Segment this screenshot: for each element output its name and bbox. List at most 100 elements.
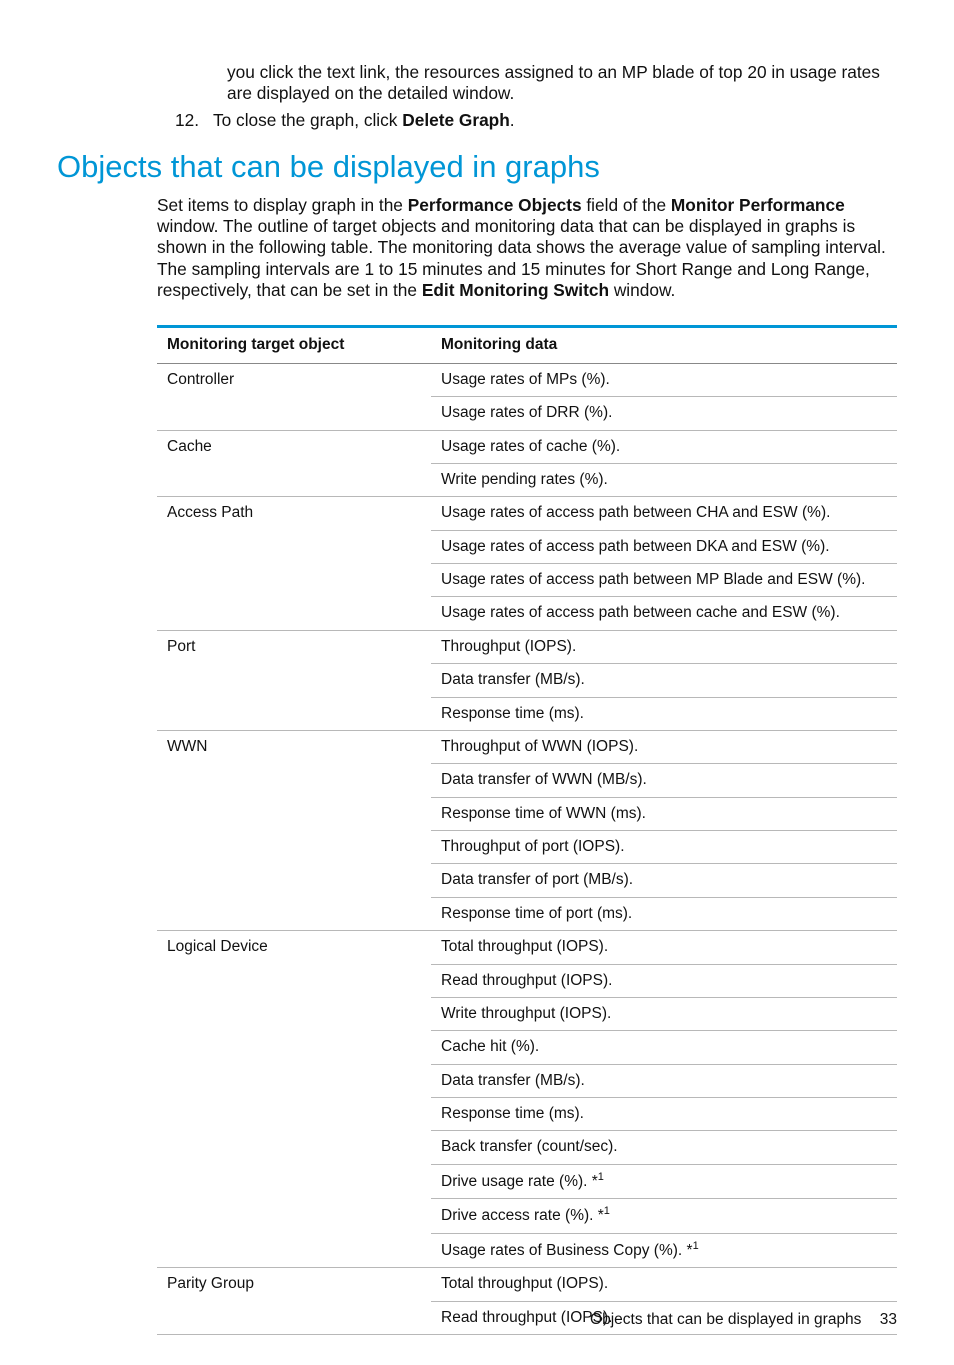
table-row: Usage rates of access path between MP Bl… bbox=[157, 564, 897, 597]
table-row: WWNThroughput of WWN (IOPS). bbox=[157, 730, 897, 763]
cell-object bbox=[157, 897, 431, 930]
cell-object bbox=[157, 831, 431, 864]
cell-data: Usage rates of DRR (%). bbox=[431, 397, 897, 430]
table-row: Usage rates of access path between cache… bbox=[157, 597, 897, 630]
cell-data: Usage rates of access path between MP Bl… bbox=[431, 564, 897, 597]
cell-data: Data transfer of WWN (MB/s). bbox=[431, 764, 897, 797]
cell-object bbox=[157, 1031, 431, 1064]
cell-object bbox=[157, 397, 431, 430]
cell-data: Response time (ms). bbox=[431, 1098, 897, 1131]
cell-data-text: Drive access rate (%). * bbox=[441, 1207, 604, 1224]
table-row: Access PathUsage rates of access path be… bbox=[157, 497, 897, 530]
cell-data: Data transfer of port (MB/s). bbox=[431, 864, 897, 897]
section-heading: Objects that can be displayed in graphs bbox=[57, 149, 897, 185]
table-row: Data transfer of WWN (MB/s). bbox=[157, 764, 897, 797]
step-12-pre: To close the graph, click bbox=[213, 110, 402, 130]
cell-data: Write throughput (IOPS). bbox=[431, 997, 897, 1030]
table-row: Back transfer (count/sec). bbox=[157, 1131, 897, 1164]
table-row: Data transfer of port (MB/s). bbox=[157, 864, 897, 897]
table-row: Logical DeviceTotal throughput (IOPS). bbox=[157, 931, 897, 964]
cell-data-sup: 1 bbox=[598, 1171, 604, 1183]
table-row: Response time (ms). bbox=[157, 1098, 897, 1131]
th-data: Monitoring data bbox=[431, 326, 897, 363]
table-row: Data transfer (MB/s). bbox=[157, 1064, 897, 1097]
step-12-text: To close the graph, click Delete Graph. bbox=[213, 110, 515, 131]
cell-object bbox=[157, 764, 431, 797]
cell-data-sup: 1 bbox=[604, 1205, 610, 1217]
table-row: Response time of port (ms). bbox=[157, 897, 897, 930]
table-row: Read throughput (IOPS). bbox=[157, 964, 897, 997]
cell-data: Total throughput (IOPS). bbox=[431, 1268, 897, 1301]
cell-data: Drive usage rate (%). *1 bbox=[431, 1164, 897, 1199]
cell-data: Response time of port (ms). bbox=[431, 897, 897, 930]
cell-object: Logical Device bbox=[157, 931, 431, 964]
cell-data: Usage rates of access path between CHA a… bbox=[431, 497, 897, 530]
cell-data: Usage rates of cache (%). bbox=[431, 430, 897, 463]
intro-1e: window. bbox=[157, 216, 218, 236]
cell-data: Data transfer (MB/s). bbox=[431, 664, 897, 697]
table-row: Throughput of port (IOPS). bbox=[157, 831, 897, 864]
page-footer: Objects that can be displayed in graphs … bbox=[590, 1311, 897, 1329]
cell-data: Write pending rates (%). bbox=[431, 463, 897, 496]
cell-object bbox=[157, 1131, 431, 1164]
table-row: Cache hit (%). bbox=[157, 1031, 897, 1064]
cell-data: Throughput of port (IOPS). bbox=[431, 831, 897, 864]
cell-object: WWN bbox=[157, 730, 431, 763]
intro-1a: Set items to display graph in the bbox=[157, 195, 408, 215]
cell-data: Response time of WWN (ms). bbox=[431, 797, 897, 830]
cell-data: Response time (ms). bbox=[431, 697, 897, 730]
step-12-bold: Delete Graph bbox=[402, 110, 510, 130]
intro-2c: window. bbox=[609, 280, 675, 300]
cell-object: Controller bbox=[157, 363, 431, 396]
cell-data: Data transfer (MB/s). bbox=[431, 1064, 897, 1097]
cell-object bbox=[157, 1301, 431, 1334]
intro-1c: field of the bbox=[582, 195, 671, 215]
cell-object bbox=[157, 597, 431, 630]
table-row: Usage rates of access path between DKA a… bbox=[157, 530, 897, 563]
cell-data: Usage rates of access path between DKA a… bbox=[431, 530, 897, 563]
table-row: ControllerUsage rates of MPs (%). bbox=[157, 363, 897, 396]
intro-2b: Edit Monitoring Switch bbox=[422, 280, 609, 300]
page-container: you click the text link, the resources a… bbox=[0, 0, 954, 1365]
table-row: CacheUsage rates of cache (%). bbox=[157, 430, 897, 463]
cell-object: Cache bbox=[157, 430, 431, 463]
cell-data: Total throughput (IOPS). bbox=[431, 931, 897, 964]
cell-object bbox=[157, 1233, 431, 1268]
cell-data-text: Usage rates of Business Copy (%). * bbox=[441, 1242, 693, 1259]
table-row: Response time of WWN (ms). bbox=[157, 797, 897, 830]
cell-object: Parity Group bbox=[157, 1268, 431, 1301]
cell-data: Throughput of WWN (IOPS). bbox=[431, 730, 897, 763]
table-row: Data transfer (MB/s). bbox=[157, 664, 897, 697]
monitoring-table: Monitoring target object Monitoring data… bbox=[157, 325, 897, 1335]
cont-line-2: are displayed on the detailed window. bbox=[227, 83, 514, 103]
footer-label: Objects that can be displayed in graphs bbox=[590, 1311, 861, 1328]
cell-data-sup: 1 bbox=[693, 1240, 699, 1252]
footer-page-number: 33 bbox=[880, 1311, 897, 1328]
cell-object bbox=[157, 530, 431, 563]
cell-data: Throughput (IOPS). bbox=[431, 630, 897, 663]
cell-object bbox=[157, 1199, 431, 1234]
step-12: 12. To close the graph, click Delete Gra… bbox=[157, 110, 897, 131]
intro-1d: Monitor Performance bbox=[671, 195, 845, 215]
cell-object: Port bbox=[157, 630, 431, 663]
table-row: Write throughput (IOPS). bbox=[157, 997, 897, 1030]
cell-object bbox=[157, 664, 431, 697]
cell-data: Back transfer (count/sec). bbox=[431, 1131, 897, 1164]
cell-object bbox=[157, 964, 431, 997]
prev-step-continuation: you click the text link, the resources a… bbox=[227, 62, 897, 104]
table-row: PortThroughput (IOPS). bbox=[157, 630, 897, 663]
cell-object bbox=[157, 697, 431, 730]
cell-data: Usage rates of MPs (%). bbox=[431, 363, 897, 396]
intro-1b: Performance Objects bbox=[408, 195, 582, 215]
cell-object bbox=[157, 1098, 431, 1131]
cell-data: Read throughput (IOPS). bbox=[431, 964, 897, 997]
table-row: Drive usage rate (%). *1 bbox=[157, 1164, 897, 1199]
cell-data: Usage rates of Business Copy (%). *1 bbox=[431, 1233, 897, 1268]
cell-data: Usage rates of access path between cache… bbox=[431, 597, 897, 630]
table-row: Usage rates of Business Copy (%). *1 bbox=[157, 1233, 897, 1268]
cell-object bbox=[157, 864, 431, 897]
cell-data: Drive access rate (%). *1 bbox=[431, 1199, 897, 1234]
cell-object bbox=[157, 797, 431, 830]
section-intro: Set items to display graph in the Perfor… bbox=[157, 195, 897, 300]
cell-object: Access Path bbox=[157, 497, 431, 530]
